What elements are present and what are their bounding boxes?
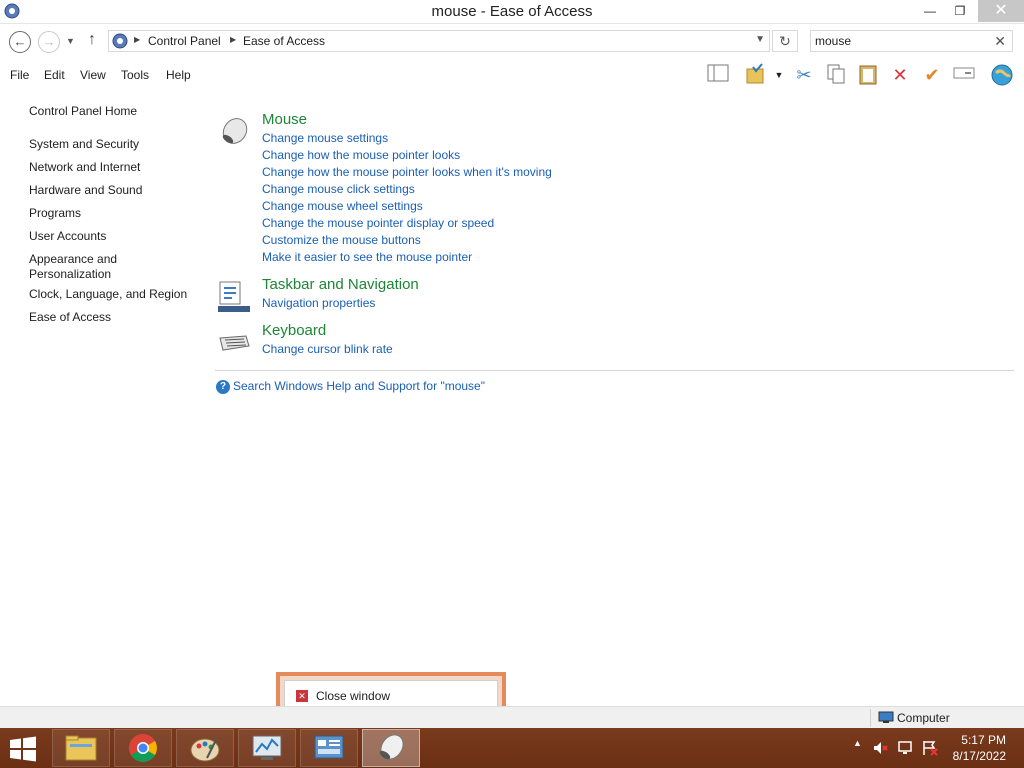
taskbar-file-explorer[interactable] <box>52 729 110 767</box>
nav-system-and-security[interactable]: System and Security <box>29 137 139 152</box>
maximize-button[interactable]: ❐ <box>946 0 974 22</box>
title-bar: mouse - Ease of Access — ❐ ✕ <box>0 0 1024 24</box>
system-clock[interactable]: 5:17 PM 8/17/2022 <box>953 732 1006 764</box>
properties-folder-icon[interactable] <box>744 63 768 87</box>
control-panel-icon <box>112 33 128 49</box>
clock-date: 8/17/2022 <box>952 749 1006 763</box>
status-bar: Computer <box>0 706 1024 728</box>
link-change-mouse-settings[interactable]: Change mouse settings <box>262 131 388 145</box>
nav-hardware-and-sound[interactable]: Hardware and Sound <box>29 183 142 198</box>
group-title-keyboard[interactable]: Keyboard <box>262 322 326 339</box>
windows-start-icon[interactable] <box>6 734 40 764</box>
menu-help[interactable]: Help <box>166 68 191 82</box>
chevron-down-icon[interactable]: ▼ <box>770 63 788 87</box>
link-cursor-blink-rate[interactable]: Change cursor blink rate <box>262 342 393 356</box>
back-button[interactable]: ← <box>9 31 31 53</box>
volume-muted-icon[interactable] <box>873 740 889 756</box>
link-change-click-settings[interactable]: Change mouse click settings <box>262 182 415 196</box>
status-divider <box>870 709 871 727</box>
chrome-icon <box>129 734 157 762</box>
taskbar-icon <box>218 281 250 312</box>
window-title: mouse - Ease of Access <box>431 3 593 20</box>
close-window-label: Close window <box>316 689 391 703</box>
forward-button[interactable]: → <box>38 31 60 53</box>
paste-icon[interactable] <box>856 63 880 87</box>
link-change-pointer-looks-moving[interactable]: Change how the mouse pointer looks when … <box>262 165 552 179</box>
up-button[interactable]: ↑ <box>88 31 96 49</box>
menu-bar: File Edit View Tools Help ▼ ✂ ✕ ✔ <box>0 60 1024 90</box>
link-pointer-display-speed[interactable]: Change the mouse pointer display or spee… <box>262 216 494 230</box>
check-icon[interactable]: ✔ <box>920 63 944 87</box>
layout-icon[interactable] <box>706 63 730 87</box>
rename-icon[interactable] <box>952 63 976 87</box>
search-box[interactable]: ✕ <box>810 30 1013 52</box>
menu-edit[interactable]: Edit <box>44 68 65 82</box>
clock-time: 5:17 PM <box>961 733 1006 747</box>
clear-search-icon[interactable]: ✕ <box>994 33 1006 50</box>
copy-icon[interactable] <box>824 63 848 87</box>
network-icon[interactable] <box>898 740 914 756</box>
nav-ease-of-access[interactable]: Ease of Access <box>29 310 111 325</box>
nav-network-and-internet[interactable]: Network and Internet <box>29 160 140 175</box>
chevron-down-icon[interactable]: ▼ <box>755 34 765 45</box>
link-change-wheel-settings[interactable]: Change mouse wheel settings <box>262 199 423 213</box>
navigation-bar: ← → ▼ ↑ ▶ Control Panel ▶ Ease of Access… <box>0 26 1024 58</box>
control-panel-home-link[interactable]: Control Panel Home <box>29 104 137 119</box>
nav-appearance-and-personalization[interactable]: Appearance and Personalization <box>29 252 129 282</box>
arrow-left-icon: ← <box>13 34 27 49</box>
group-title-mouse[interactable]: Mouse <box>262 111 307 128</box>
nav-clock-language-region[interactable]: Clock, Language, and Region <box>29 287 187 302</box>
refresh-icon: ↻ <box>779 33 791 49</box>
globe-icon[interactable] <box>990 63 1014 87</box>
computer-icon <box>878 711 894 723</box>
taskbar-paint[interactable] <box>176 729 234 767</box>
link-navigation-properties[interactable]: Navigation properties <box>262 296 375 310</box>
search-input[interactable] <box>815 33 985 49</box>
help-search-text[interactable]: Search Windows Help and Support for "mou… <box>233 379 485 393</box>
taskbar-mouse-settings[interactable] <box>362 729 420 767</box>
file-explorer-icon <box>65 735 97 761</box>
address-bar[interactable]: ▶ Control Panel ▶ Ease of Access ▼ <box>108 30 770 52</box>
taskbar: ▲ 5:17 PM 8/17/2022 <box>0 728 1024 768</box>
mouse-icon <box>379 734 404 760</box>
link-easier-to-see-pointer[interactable]: Make it easier to see the mouse pointer <box>262 250 472 264</box>
resource-monitor-icon <box>252 735 282 760</box>
mouse-icon <box>222 118 248 144</box>
close-icon: ✕ <box>296 690 308 702</box>
close-button[interactable]: ✕ <box>978 0 1024 22</box>
delete-icon[interactable]: ✕ <box>888 63 912 87</box>
nav-programs[interactable]: Programs <box>29 206 81 221</box>
chevron-right-icon[interactable]: ▶ <box>230 35 236 44</box>
nav-user-accounts[interactable]: User Accounts <box>29 229 106 244</box>
link-customize-mouse-buttons[interactable]: Customize the mouse buttons <box>262 233 421 247</box>
breadcrumb-control-panel[interactable]: Control Panel <box>148 34 221 48</box>
cut-icon[interactable]: ✂ <box>792 63 816 87</box>
paint-icon <box>190 737 220 762</box>
group-title-taskbar[interactable]: Taskbar and Navigation <box>262 276 419 293</box>
taskbar-control-panel[interactable] <box>300 729 358 767</box>
link-change-pointer-looks[interactable]: Change how the mouse pointer looks <box>262 148 460 162</box>
chevron-right-icon[interactable]: ▶ <box>134 35 140 44</box>
minimize-button[interactable]: — <box>916 0 944 22</box>
divider <box>215 370 1014 371</box>
taskbar-resource-monitor[interactable] <box>238 729 296 767</box>
control-panel-icon <box>314 735 344 759</box>
keyboard-icon <box>219 335 250 351</box>
action-center-icon[interactable] <box>922 740 938 756</box>
help-icon: ? <box>216 380 230 394</box>
recent-locations-button[interactable]: ▼ <box>66 36 75 46</box>
arrow-right-icon: → <box>42 34 56 49</box>
refresh-button[interactable]: ↻ <box>772 30 798 52</box>
menu-tools[interactable]: Tools <box>121 68 149 82</box>
menu-view[interactable]: View <box>80 68 106 82</box>
arrow-up-icon: ↑ <box>88 31 96 48</box>
status-location: Computer <box>897 711 950 725</box>
taskbar-chrome[interactable] <box>114 729 172 767</box>
breadcrumb-ease-of-access[interactable]: Ease of Access <box>243 34 325 48</box>
menu-file[interactable]: File <box>10 68 29 82</box>
show-hidden-icons-button[interactable]: ▲ <box>853 738 862 748</box>
